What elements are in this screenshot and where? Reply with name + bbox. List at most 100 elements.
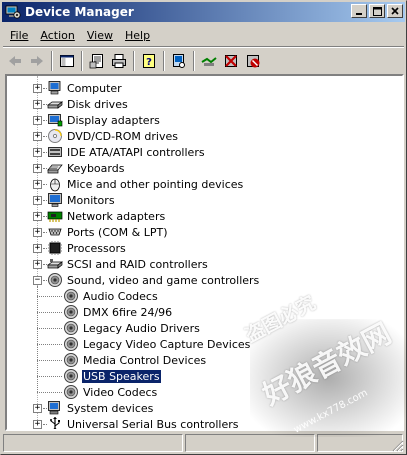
menu-view-label: View bbox=[86, 28, 113, 42]
device-manager-window: Device Manager File Action View Help ? +… bbox=[0, 0, 407, 455]
minimize-button[interactable] bbox=[351, 4, 367, 18]
tree-category-computer[interactable]: Computer bbox=[47, 80, 123, 96]
expand-toggle[interactable]: + bbox=[33, 116, 42, 125]
speaker-icon bbox=[48, 273, 62, 287]
system-device-icon bbox=[48, 401, 60, 415]
tree-category-label: Disk drives bbox=[67, 97, 128, 111]
close-icon bbox=[391, 7, 399, 15]
port-icon bbox=[48, 228, 62, 236]
tree-category-label: Keyboards bbox=[67, 161, 125, 175]
expand-toggle[interactable]: + bbox=[33, 260, 42, 269]
tree-category-ports-com-lpt[interactable]: Ports (COM & LPT) bbox=[47, 224, 169, 240]
speaker-icon bbox=[64, 305, 78, 319]
scan-hardware-button[interactable] bbox=[168, 50, 190, 72]
tree-device-audio-codecs[interactable]: Audio Codecs bbox=[63, 288, 159, 304]
back-button[interactable] bbox=[4, 50, 26, 72]
tree-device-media-control-devices[interactable]: Media Control Devices bbox=[63, 352, 207, 368]
disable-device-button[interactable] bbox=[220, 50, 242, 72]
tree-device-label: Legacy Video Capture Devices bbox=[83, 337, 251, 351]
tree-category-scsi-and-raid-controllers[interactable]: SCSI and RAID controllers bbox=[47, 256, 209, 272]
status-cell-2 bbox=[185, 434, 315, 452]
expand-toggle[interactable]: + bbox=[33, 100, 42, 109]
expand-toggle[interactable]: + bbox=[33, 148, 42, 157]
expand-toggle[interactable]: + bbox=[33, 164, 42, 173]
tree-device-usb-speakers[interactable]: USB Speakers bbox=[63, 368, 162, 384]
expand-toggle[interactable]: + bbox=[33, 212, 42, 221]
maximize-button[interactable] bbox=[369, 4, 385, 18]
menu-action[interactable]: Action bbox=[34, 27, 80, 44]
tree-connector bbox=[37, 328, 62, 329]
tree-category-label: System devices bbox=[67, 401, 154, 415]
tree-category-disk-drives[interactable]: Disk drives bbox=[47, 96, 129, 112]
menu-file[interactable]: File bbox=[4, 27, 34, 44]
expand-toggle[interactable]: + bbox=[33, 196, 42, 205]
speaker-icon bbox=[64, 337, 78, 351]
tree-category-keyboards[interactable]: Keyboards bbox=[47, 160, 125, 176]
back-arrow-icon bbox=[9, 56, 21, 66]
show-hide-console-tree-icon bbox=[60, 55, 74, 67]
print-icon bbox=[112, 54, 126, 68]
properties-button[interactable] bbox=[86, 50, 108, 72]
computer-icon bbox=[48, 81, 61, 95]
network-adapter-icon bbox=[47, 211, 63, 222]
tree-connector bbox=[37, 344, 62, 345]
expand-toggle[interactable]: + bbox=[33, 132, 42, 141]
tree-category-label: Sound, video and game controllers bbox=[67, 273, 260, 287]
tree-device-legacy-audio-drivers[interactable]: Legacy Audio Drivers bbox=[63, 320, 201, 336]
tree-category-processors[interactable]: Processors bbox=[47, 240, 127, 256]
device-tree-pane[interactable]: + Computer + Disk drives + Display adapters + D… bbox=[5, 74, 404, 431]
forward-button[interactable] bbox=[26, 50, 48, 72]
close-button[interactable] bbox=[387, 4, 403, 18]
speaker-icon bbox=[64, 385, 78, 399]
resize-grip-icon[interactable] bbox=[392, 440, 404, 452]
tree-category-sound-video-and-game-controllers[interactable]: Sound, video and game controllers bbox=[47, 272, 260, 288]
tree-device-dmx-6fire-24-96[interactable]: DMX 6fire 24/96 bbox=[63, 304, 173, 320]
menu-view[interactable]: View bbox=[81, 27, 119, 44]
tree-category-network-adapters[interactable]: Network adapters bbox=[47, 208, 166, 224]
tree-category-label: Universal Serial Bus controllers bbox=[67, 417, 239, 431]
tree-device-label: Media Control Devices bbox=[83, 353, 207, 367]
tree-category-system-devices[interactable]: System devices bbox=[47, 400, 154, 416]
show-hide-tree-button[interactable] bbox=[56, 50, 78, 72]
tree-device-video-codecs[interactable]: Video Codecs bbox=[63, 384, 158, 400]
expand-toggle[interactable]: + bbox=[33, 244, 42, 253]
toolbar-separator bbox=[81, 51, 83, 71]
forward-arrow-icon bbox=[31, 56, 43, 66]
tree-device-legacy-video-capture-devices[interactable]: Legacy Video Capture Devices bbox=[63, 336, 251, 352]
expand-toggle[interactable]: + bbox=[33, 404, 42, 413]
uninstall-device-button[interactable] bbox=[242, 50, 264, 72]
status-bar bbox=[3, 434, 405, 453]
collapse-toggle[interactable]: − bbox=[33, 276, 42, 285]
menu-file-label: File bbox=[10, 28, 29, 42]
help-button[interactable]: ? bbox=[138, 50, 160, 72]
title-bar[interactable]: Device Manager bbox=[2, 2, 405, 22]
tree-device-label: Audio Codecs bbox=[83, 289, 158, 303]
menu-action-label: Action bbox=[40, 28, 75, 42]
print-button[interactable] bbox=[108, 50, 130, 72]
expand-toggle[interactable]: + bbox=[33, 228, 42, 237]
menu-help[interactable]: Help bbox=[119, 27, 156, 44]
maximize-icon bbox=[372, 6, 382, 16]
expand-toggle[interactable]: + bbox=[33, 180, 42, 189]
tree-device-label: DMX 6fire 24/96 bbox=[83, 305, 173, 319]
disable-device-icon bbox=[225, 55, 237, 67]
tree-category-display-adapters[interactable]: Display adapters bbox=[47, 112, 161, 128]
menu-toolbar-divider bbox=[3, 46, 404, 48]
device-manager-icon bbox=[5, 5, 21, 19]
tree-category-label: DVD/CD-ROM drives bbox=[67, 129, 178, 143]
tree-category-universal-serial-bus-controllers[interactable]: Universal Serial Bus controllers bbox=[47, 416, 239, 431]
scsi-controller-icon bbox=[47, 259, 63, 269]
tree-category-mice-and-other-pointing-devices[interactable]: Mice and other pointing devices bbox=[47, 176, 244, 192]
expand-toggle[interactable]: + bbox=[33, 420, 42, 429]
tree-category-ide-ata-atapi-controllers[interactable]: IDE ATA/ATAPI controllers bbox=[47, 144, 206, 160]
update-driver-button[interactable] bbox=[198, 50, 220, 72]
tree-category-label: Monitors bbox=[67, 193, 115, 207]
svg-text:?: ? bbox=[146, 57, 152, 68]
expand-toggle[interactable]: + bbox=[33, 84, 42, 93]
toolbar-separator bbox=[193, 51, 195, 71]
tree-category-monitors[interactable]: Monitors bbox=[47, 192, 116, 208]
mouse-icon bbox=[50, 178, 60, 192]
tree-category-dvd-cd-rom-drives[interactable]: DVD/CD-ROM drives bbox=[47, 128, 179, 144]
speaker-icon bbox=[64, 289, 78, 303]
ide-controller-icon bbox=[48, 147, 62, 157]
